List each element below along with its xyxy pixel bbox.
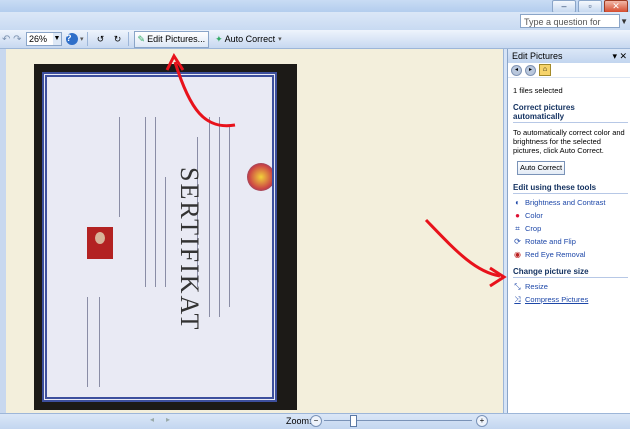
link-label: Rotate and Flip: [525, 237, 576, 246]
help-icon: ?: [66, 33, 78, 45]
cert-text-line: [209, 117, 210, 317]
crop-icon: ⌗: [515, 224, 520, 233]
files-selected-text: 1 files selected: [513, 86, 563, 95]
rotate-flip-link[interactable]: ⟳ Rotate and Flip: [513, 237, 628, 246]
rotate-left-icon[interactable]: ↺: [94, 32, 108, 46]
left-strip: [0, 49, 6, 413]
auto-correct-button[interactable]: ✦ Auto Correct ▾: [211, 31, 286, 48]
compress-pictures-link[interactable]: ⤨ Compress Pictures: [513, 295, 628, 304]
back-icon[interactable]: ◂: [511, 64, 522, 76]
toolbar-separator: [86, 32, 88, 46]
page-nav-icons[interactable]: ◂▸: [150, 415, 182, 424]
cert-text-line: [119, 117, 120, 217]
zoom-dropdown-icon[interactable]: ▼: [53, 33, 61, 45]
zoom-out-button[interactable]: −: [310, 415, 322, 427]
compress-icon: ⤨: [514, 295, 521, 304]
resize-icon: ⤡: [514, 282, 521, 291]
link-label: Brightness and Contrast: [525, 198, 606, 207]
window-titlebar: – ▫ ✕: [0, 0, 630, 13]
toolbar-overflow-icon[interactable]: ▾: [278, 35, 282, 43]
pane-close-icon[interactable]: ▾ ✕: [612, 49, 627, 63]
auto-correct-label: Auto Correct: [224, 34, 276, 44]
passport-photo: [87, 227, 113, 259]
help-dropdown-icon[interactable]: ▼: [620, 17, 628, 26]
red-eye-icon: ◉: [514, 250, 521, 259]
brightness-icon: ◐: [515, 198, 520, 207]
auto-correct-description: To automatically correct color and brigh…: [513, 128, 625, 155]
zoom-label: Zoom:: [286, 416, 312, 426]
school-logo-icon: [247, 163, 272, 191]
edit-pictures-label: Edit Pictures...: [147, 34, 206, 44]
photo-face: [95, 232, 105, 244]
toolbar: ↶ ↷ 26% ▼ ? ▾ ↺ ↻ ✎ Edit Pictures... ✦ A…: [0, 30, 630, 49]
cert-text-line: [99, 297, 100, 387]
cert-text-line: [229, 127, 230, 307]
section-auto-correct: Correct pictures automatically: [513, 103, 628, 123]
pane-nav: ◂ ▸ ⌂: [508, 63, 630, 78]
certificate-document: SERTIFIKAT: [42, 72, 277, 402]
zoom-in-button[interactable]: +: [476, 415, 488, 427]
forward-icon[interactable]: ▸: [525, 64, 536, 76]
color-link[interactable]: ● Color: [513, 211, 628, 220]
undo-icon[interactable]: ↶ ↷: [0, 34, 26, 45]
certificate-title: SERTIFIKAT: [175, 167, 204, 332]
edit-pictures-icon: ✎: [137, 33, 146, 44]
cert-text-line: [145, 117, 146, 287]
home-icon[interactable]: ⌂: [539, 64, 551, 76]
link-label: Compress Pictures: [525, 295, 589, 304]
link-label: Color: [525, 211, 543, 220]
zoom-slider-track[interactable]: [324, 420, 472, 421]
status-bar: ◂▸ Zoom: − +: [0, 413, 630, 429]
cert-text-line: [87, 297, 88, 387]
section-edit-tools: Edit using these tools: [513, 183, 628, 194]
cert-text-line: [219, 117, 220, 317]
link-label: Red Eye Removal: [525, 250, 586, 259]
zoom-value: 26%: [29, 34, 48, 44]
edit-pictures-button[interactable]: ✎ Edit Pictures...: [133, 30, 210, 48]
window-controls: – ▫ ✕: [552, 0, 628, 13]
menu-bar: Type a question for help ▼: [0, 12, 630, 41]
pane-header: Edit Pictures ▾ ✕: [508, 49, 630, 63]
link-label: Crop: [525, 224, 542, 233]
auto-correct-icon: ✦: [215, 33, 223, 44]
section-picture-size: Change picture size: [513, 267, 628, 278]
red-eye-removal-link[interactable]: ◉ Red Eye Removal: [513, 250, 628, 259]
pane-auto-correct-button[interactable]: Auto Correct: [517, 161, 565, 175]
pane-title: Edit Pictures: [512, 51, 563, 61]
pane-body: 1 files selected Correct pictures automa…: [508, 78, 630, 304]
zoom-select[interactable]: 26% ▼: [26, 32, 62, 46]
help-button[interactable]: ?: [65, 32, 79, 46]
color-icon: ●: [515, 211, 520, 220]
cert-text-line: [165, 177, 166, 287]
help-search-input[interactable]: Type a question for help: [520, 14, 620, 41]
rotate-icon: ⟳: [514, 237, 521, 246]
toolbar-options-icon[interactable]: ▾: [80, 35, 84, 43]
link-label: Resize: [525, 282, 548, 291]
cert-text-line: [155, 117, 156, 287]
zoom-slider-thumb[interactable]: [350, 415, 357, 427]
resize-link[interactable]: ⤡ Resize: [513, 282, 628, 291]
brightness-contrast-link[interactable]: ◐ Brightness and Contrast: [513, 198, 628, 207]
rotate-right-icon[interactable]: ↻: [111, 32, 125, 46]
edit-pictures-pane: Edit Pictures ▾ ✕ ◂ ▸ ⌂ 1 files selected…: [507, 49, 630, 413]
crop-link[interactable]: ⌗ Crop: [513, 224, 628, 233]
toolbar-separator: [127, 32, 129, 46]
